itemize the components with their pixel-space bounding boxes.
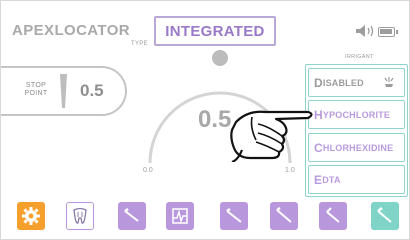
stop-label-line1: STOP: [25, 82, 47, 89]
file-icon: [377, 207, 392, 223]
tooth-icon: [73, 207, 87, 224]
gauge-min-label: 0.0: [143, 167, 153, 174]
file-icon: [326, 207, 340, 223]
gauge-max-label: 1.0: [285, 167, 295, 174]
stop-label-line2: POINT: [24, 90, 48, 97]
stop-point-label: STOP POINT: [19, 82, 53, 98]
file-icon: [124, 207, 139, 222]
irrigant-edta-rest: DTA: [322, 174, 341, 185]
gear-icon: [22, 207, 40, 225]
irrigant-hypochlorite-button[interactable]: H YPOCHLORITE: [308, 100, 405, 129]
irrigation-off-icon: [384, 77, 394, 87]
irrigant-label: IRRIGANT: [345, 54, 374, 60]
irrigant-disabled-initial: D: [314, 75, 323, 90]
file-button-4[interactable]: [319, 202, 347, 230]
stop-point-marker: [60, 74, 67, 108]
irrigant-chlorhexidine-button[interactable]: C HLORHEXIDINE: [308, 133, 405, 162]
file-button-3[interactable]: [270, 202, 298, 230]
irrigant-chlorhexidine-rest: HLORHEXIDINE: [322, 142, 394, 153]
file-icon: [226, 207, 242, 223]
irrigant-disabled-rest: ISABLED: [322, 77, 364, 88]
type-value: INTEGRATED: [165, 22, 265, 40]
stop-point-value: 0.5: [80, 81, 104, 100]
irrigant-disabled-button[interactable]: D ISABLED: [308, 68, 405, 97]
tooth-button[interactable]: [66, 202, 94, 230]
type-selector[interactable]: INTEGRATED: [154, 16, 276, 46]
file-button-5[interactable]: [371, 202, 399, 230]
gauge-value: 0.5: [198, 106, 232, 133]
pointing-hand-icon: [230, 110, 313, 162]
settings-button[interactable]: [17, 202, 45, 230]
file-icon: [276, 206, 292, 223]
app-title: APEXLOCATOR: [12, 22, 131, 39]
irrigant-hypochlorite-rest: YPOCHLORITE: [322, 109, 391, 120]
irrigant-edta-initial: E: [314, 172, 323, 187]
apex-graph-icon: [172, 208, 188, 224]
irrigant-list: D ISABLED H YPOCHLORITE C HLORHEXIDINE E DTA: [305, 64, 408, 197]
apex-graph-button[interactable]: [166, 202, 194, 230]
file-button-2[interactable]: [220, 202, 248, 230]
speaker-icon[interactable]: [355, 24, 377, 38]
file-button-1[interactable]: [118, 202, 146, 230]
irrigant-edta-button[interactable]: E DTA: [308, 165, 405, 194]
battery-icon: [378, 27, 398, 37]
